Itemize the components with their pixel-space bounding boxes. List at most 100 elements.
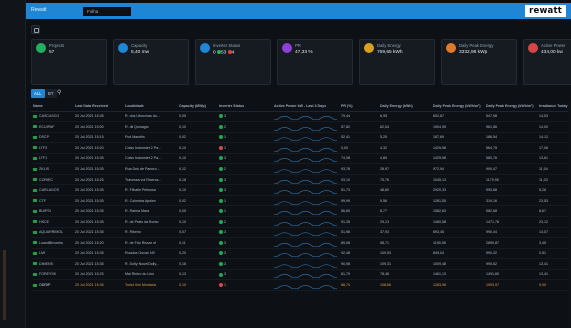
- project-name[interactable]: HSCE: [39, 220, 49, 224]
- irradiance-cell-text: 9,00: [539, 283, 546, 288]
- location-cell-text: R. Ralma Mara: [125, 209, 150, 214]
- last-data-cell-text: 20 Jul 2021 15:25: [75, 272, 104, 277]
- kpi-card[interactable]: Daily Peak Energy 3332,98 kWp: [441, 39, 517, 85]
- project-name[interactable]: FOREYSK: [39, 272, 56, 276]
- column-header[interactable]: PR (%): [339, 102, 378, 112]
- column-header[interactable]: Daily Peak Energy (kWh/m²): [431, 102, 484, 112]
- projects-table: Name Last Data Received Localidade Capacity…: [31, 102, 571, 291]
- project-name[interactable]: LTF1: [39, 156, 47, 160]
- active-power-sparkline-cell: [272, 205, 339, 217]
- project-name[interactable]: LMI: [39, 251, 45, 255]
- pr-cell-text: 79,44: [341, 114, 350, 119]
- project-name[interactable]: CTF: [39, 199, 46, 203]
- column-header[interactable]: Capacity (MWp): [177, 102, 217, 112]
- project-name[interactable]: AQUARRIMOL: [39, 230, 63, 234]
- column-header[interactable]: Inverter Status: [217, 102, 272, 112]
- project-name-cell[interactable]: AQUARRIMOL: [31, 227, 73, 239]
- project-name[interactable]: CARLAGOS: [39, 188, 59, 192]
- inverter-status-cell: 2: [217, 163, 272, 175]
- table-row[interactable]: LTF3 20 Jul 2021 15:20 Colss Indunstet 2 P…: [31, 142, 571, 154]
- table-row[interactable]: ODRIP 20 Jul 2021 15:35 Turist Xini Montar…: [31, 279, 571, 291]
- column-header[interactable]: Daily Energy (kWh): [378, 102, 431, 112]
- table-row[interactable]: CTF 20 Jul 2021 15:35 R. Colomba Apolex 0,0…: [31, 195, 571, 207]
- flag-icon: [33, 135, 37, 139]
- pr-cell-text: 57,82: [341, 124, 350, 129]
- table-row[interactable]: ZKLIS 20 Jul 2021 15:35 Rua Dnk de Panoro.…: [31, 163, 571, 175]
- table-row[interactable]: LMI 20 Jul 2021 15:35 Rucuba Gucan N9 0,20 3…: [31, 248, 571, 260]
- filter-bt-button[interactable]: BT: [45, 89, 57, 98]
- project-name[interactable]: DSCP: [39, 135, 49, 139]
- column-header[interactable]: Irradiance Today: [537, 102, 571, 112]
- kpi-card[interactable]: Projects 57: [31, 39, 107, 85]
- daily-energy-cell-text: 6,95: [380, 114, 387, 119]
- project-name-cell[interactable]: CORIEC: [31, 174, 73, 186]
- table-row[interactable]: DIMENS 20 Jul 2021 15:35 R. Dolly Noue/Dol…: [31, 258, 571, 270]
- project-name[interactable]: ZKLIS: [39, 167, 49, 171]
- project-name[interactable]: CASCASCO: [39, 114, 59, 118]
- project-name[interactable]: DIMENS: [39, 262, 53, 266]
- column-header[interactable]: Last Data Received: [73, 102, 123, 112]
- daily-peak-energy-2-cell: 1993,97: [484, 279, 537, 291]
- column-header[interactable]: Active Power kW - Last 3 Days: [272, 102, 339, 112]
- table-row[interactable]: CASCASCO 20 Jul 2021 15:35 R. dos Ubrochas…: [31, 111, 571, 123]
- project-name-cell[interactable]: CTF: [31, 195, 73, 207]
- sparkline-path: [274, 169, 337, 173]
- table-row[interactable]: CARLAGOS 20 Jul 2021 15:35 R. Filhalle Pel…: [31, 184, 571, 196]
- site-search-box[interactable]: Folha: [83, 7, 131, 16]
- project-name-cell[interactable]: FOREYSK: [31, 269, 73, 281]
- project-name-cell[interactable]: CARLAGOS: [31, 184, 73, 196]
- project-name-cell[interactable]: ZKLIS: [31, 163, 73, 175]
- project-name[interactable]: BUIPSI: [39, 209, 51, 213]
- project-name[interactable]: ECUIPAF: [39, 125, 54, 129]
- table-row[interactable]: ECUIPAF 20 Jul 2021 15:00 R. dil Quinagio 0…: [31, 121, 571, 133]
- lock-icon[interactable]: [31, 25, 40, 34]
- project-name-cell[interactable]: BUIPSI: [31, 205, 73, 217]
- project-name[interactable]: LTF3: [39, 146, 47, 150]
- ok-count: 3: [224, 230, 226, 235]
- project-name-cell[interactable]: DSCP: [31, 132, 73, 144]
- column-header[interactable]: Daily Peak Energy (kWh/m²): [484, 102, 537, 112]
- project-name-cell[interactable]: CASCASCO: [31, 111, 73, 123]
- filter-icon[interactable]: ⚲: [57, 89, 61, 98]
- project-name-cell[interactable]: HSCE: [31, 216, 73, 228]
- capacity-cell: 0,10: [177, 184, 217, 196]
- kpi-card[interactable]: Daily Energy 769,65 kWh: [359, 39, 435, 85]
- table-row[interactable]: AQUARRIMOL 20 Jul 2021 15:35 R. Ribeiro 0,0…: [31, 227, 571, 239]
- project-name[interactable]: ODRIP: [39, 283, 50, 287]
- project-name-cell[interactable]: LuandBirvonhs: [31, 237, 73, 249]
- last-data-cell-text: 20 Jul 2021 15:35: [75, 156, 104, 161]
- project-name-cell[interactable]: ODRIP: [31, 279, 73, 291]
- project-name-cell[interactable]: DIMENS: [31, 258, 73, 270]
- brand-logo[interactable]: rewatt: [525, 5, 566, 17]
- fault-status-icon: [219, 283, 223, 288]
- column-header[interactable]: Name: [31, 102, 73, 112]
- table-row[interactable]: LuandBirvonhs 20 Jul 2021 15:20 R. de Fdo …: [31, 237, 571, 249]
- column-header[interactable]: Localidade: [123, 102, 177, 112]
- table-row[interactable]: HSCE 20 Jul 2021 15:35 R. de Prato da Bomo…: [31, 216, 571, 228]
- location-cell-text: Pcd Mauritis: [125, 135, 145, 140]
- kpi-card[interactable]: Active Power 434,00 kw: [523, 39, 571, 85]
- table-row[interactable]: CORIEC 20 Jul 2021 15:25 Travessa vol Rice…: [31, 174, 571, 186]
- daily-peak-energy-cell: 1045,13: [431, 174, 484, 186]
- project-name-cell[interactable]: LTF1: [31, 153, 73, 165]
- active-power-sparkline-cell: [272, 195, 339, 207]
- project-name[interactable]: LuandBirvonhs: [39, 241, 63, 245]
- app-label[interactable]: Rewatt: [31, 7, 47, 13]
- table-row[interactable]: DSCP 20 Jul 2021 15:15 Pcd Mauritis 0,02 1 52…: [31, 132, 571, 144]
- project-name-cell[interactable]: ECUIPAF: [31, 121, 73, 133]
- daily-peak-energy-2-cell-text: 1491,60: [486, 272, 499, 277]
- kpi-card[interactable]: PR 47,33 %: [277, 39, 353, 85]
- project-name[interactable]: CORIEC: [39, 178, 53, 182]
- active-power-sparkline-cell: [272, 258, 339, 270]
- table-row[interactable]: LTF1 20 Jul 2021 15:35 Colss Indunstet 2 P…: [31, 153, 571, 165]
- project-name-cell[interactable]: LTF3: [31, 142, 73, 154]
- table-row[interactable]: FOREYSK 20 Jul 2021 15:25 Mal Rintro du Li…: [31, 269, 571, 281]
- kpi-card[interactable]: Inverter Status 0 53 4: [195, 39, 271, 85]
- kpi-card[interactable]: Capacity 5,40 mw: [113, 39, 189, 85]
- filter-all-button[interactable]: ALL: [31, 89, 45, 98]
- ok-status-icon: [219, 230, 223, 235]
- pr-cell-text: 51,98: [341, 230, 350, 235]
- table-row[interactable]: BUIPSI 20 Jul 2021 15:35 R. Ralma Mara 0,05…: [31, 205, 571, 217]
- grid-icon: [36, 43, 46, 53]
- project-name-cell[interactable]: LMI: [31, 248, 73, 260]
